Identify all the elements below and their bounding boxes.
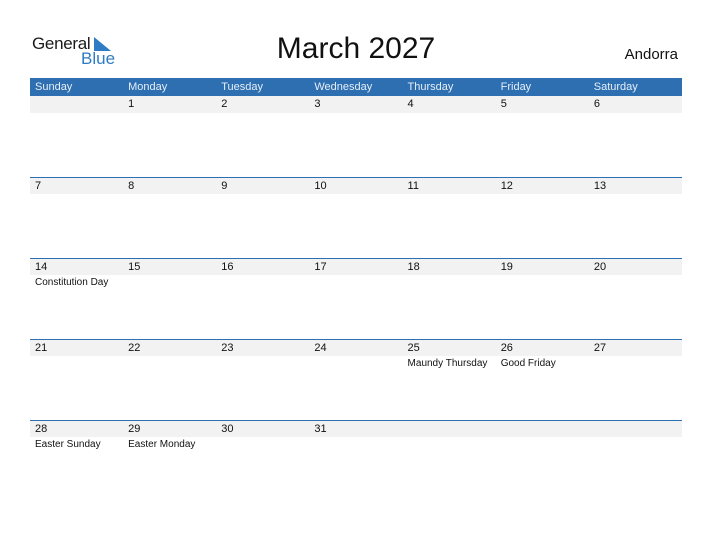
day-number: 13 bbox=[593, 180, 607, 192]
day-number: 29 bbox=[128, 423, 141, 435]
day-number: 24 bbox=[314, 342, 327, 354]
weekday-tuesday: Tuesday bbox=[221, 81, 264, 93]
day-cell: 18 bbox=[403, 258, 496, 339]
day-cell: 7 bbox=[30, 177, 123, 258]
weekday-thursday: Thursday bbox=[407, 81, 454, 93]
day-number: 19 bbox=[500, 261, 513, 273]
day-number: 26 bbox=[500, 342, 513, 354]
day-number: 4 bbox=[407, 98, 414, 110]
day-number: 31 bbox=[314, 423, 327, 435]
day-cell: 9 bbox=[216, 177, 309, 258]
day-cell: 24 bbox=[309, 339, 402, 420]
day-number: 23 bbox=[221, 342, 234, 354]
day-cell: 31 bbox=[309, 420, 402, 501]
day-cell: 4 bbox=[403, 96, 496, 177]
day-cell: 15 bbox=[123, 258, 216, 339]
day-number: 15 bbox=[128, 261, 141, 273]
day-cell: 11 bbox=[403, 177, 496, 258]
day-cell: 8 bbox=[123, 177, 216, 258]
day-cell: 19 bbox=[496, 258, 589, 339]
day-number: 2 bbox=[221, 98, 228, 110]
day-number: 28 bbox=[35, 423, 48, 435]
weekday-sunday: Sunday bbox=[35, 81, 73, 93]
day-number: 10 bbox=[314, 180, 327, 192]
day-number: 27 bbox=[593, 342, 607, 354]
weekday-saturday: Saturday bbox=[593, 81, 638, 93]
day-number: 17 bbox=[314, 261, 327, 273]
weekday-wednesday: Wednesday bbox=[314, 81, 373, 93]
day-cell: 25 Maundy Thursday bbox=[403, 339, 496, 420]
day-cell bbox=[589, 420, 682, 501]
week-row: 7 8 9 10 11 12 13 bbox=[30, 177, 682, 258]
day-number: 9 bbox=[221, 180, 228, 192]
day-number: 12 bbox=[500, 180, 513, 192]
weekday-monday: Monday bbox=[128, 81, 168, 93]
day-number: 8 bbox=[128, 180, 135, 192]
day-cell: 12 bbox=[496, 177, 589, 258]
holiday-label: Easter Sunday bbox=[35, 439, 101, 450]
day-cell: 28 Easter Sunday bbox=[30, 420, 123, 501]
weekday-friday: Friday bbox=[500, 81, 532, 93]
day-number: 1 bbox=[128, 98, 135, 110]
day-cell: 3 bbox=[309, 96, 402, 177]
holiday-label: Good Friday bbox=[500, 358, 556, 369]
day-number: 20 bbox=[593, 261, 607, 273]
day-number: 3 bbox=[314, 98, 321, 110]
day-cell: 16 bbox=[216, 258, 309, 339]
day-cell: 17 bbox=[309, 258, 402, 339]
holiday-label: Maundy Thursday bbox=[407, 358, 488, 369]
day-cell: 27 bbox=[589, 339, 682, 420]
day-cell: 13 bbox=[589, 177, 682, 258]
day-cell: 5 bbox=[496, 96, 589, 177]
day-cell: 29 Easter Monday bbox=[123, 420, 216, 501]
country-label: Andorra bbox=[624, 46, 678, 63]
day-cell: 26 Good Friday bbox=[496, 339, 589, 420]
week-row: 1 2 3 4 5 6 bbox=[30, 96, 682, 177]
day-number: 11 bbox=[407, 180, 419, 192]
day-cell: 22 bbox=[123, 339, 216, 420]
page-title: March 2027 bbox=[276, 32, 436, 65]
day-cell: 1 bbox=[123, 96, 216, 177]
day-number: 18 bbox=[407, 261, 420, 273]
day-cell bbox=[403, 420, 496, 501]
day-number: 6 bbox=[593, 98, 600, 110]
holiday-label: Easter Monday bbox=[128, 439, 196, 450]
day-number: 21 bbox=[35, 342, 48, 354]
day-number: 5 bbox=[500, 98, 507, 110]
weekday-header: Sunday Monday Tuesday Wednesday Thursday… bbox=[30, 78, 682, 96]
day-number: 14 bbox=[35, 261, 48, 273]
day-number: 30 bbox=[221, 423, 234, 435]
day-number: 25 bbox=[407, 342, 420, 354]
day-cell: 23 bbox=[216, 339, 309, 420]
day-cell: 14 Constitution Day bbox=[30, 258, 123, 339]
day-cell: 10 bbox=[309, 177, 402, 258]
day-number: 16 bbox=[221, 261, 234, 273]
week-row: 28 Easter Sunday 29 Easter Monday 30 31 bbox=[30, 420, 682, 501]
day-cell: 21 bbox=[30, 339, 123, 420]
day-number: 7 bbox=[35, 180, 42, 192]
holiday-label: Constitution Day bbox=[35, 277, 109, 288]
week-row: 14 Constitution Day 15 16 17 18 19 20 bbox=[30, 258, 682, 339]
day-cell: 2 bbox=[216, 96, 309, 177]
day-cell: 20 bbox=[589, 258, 682, 339]
week-row: 21 22 23 24 25 Maundy Thursday 26 Good Friday 27 bbox=[30, 339, 682, 420]
day-number: 22 bbox=[128, 342, 141, 354]
day-cell bbox=[496, 420, 589, 501]
day-cell: 30 bbox=[216, 420, 309, 501]
day-cell: 6 bbox=[589, 96, 682, 177]
day-cell bbox=[30, 96, 123, 177]
